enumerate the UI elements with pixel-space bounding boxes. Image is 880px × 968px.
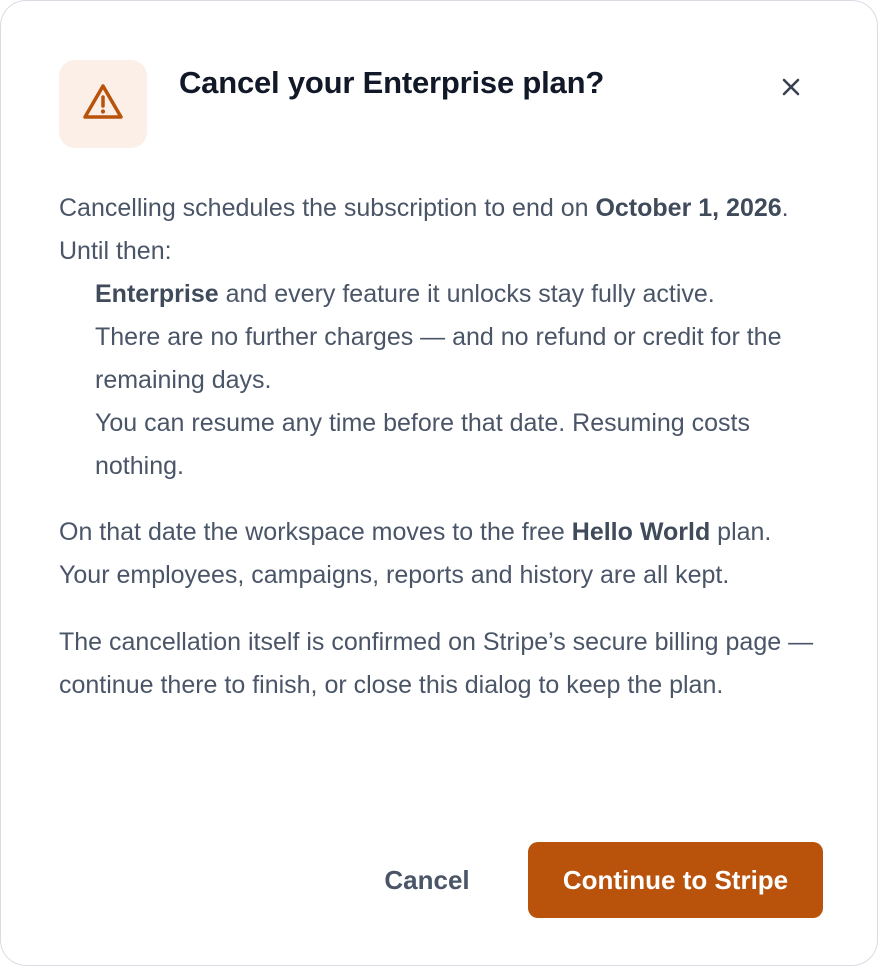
warning-triangle-icon: [82, 83, 124, 126]
cancel-plan-dialog: Cancel your Enterprise plan? Cancelling …: [0, 0, 878, 966]
plan-name: Enterprise: [95, 280, 219, 308]
close-icon: [781, 77, 801, 102]
dialog-body: Cancelling schedules the subscription to…: [59, 187, 823, 707]
intro-paragraph: Cancelling schedules the subscription to…: [59, 187, 823, 273]
continue-to-stripe-button[interactable]: Continue to Stripe: [528, 842, 823, 918]
warning-badge: [59, 60, 147, 148]
intro-text-before: Cancelling schedules the subscription to…: [59, 194, 596, 222]
dialog-title: Cancel your Enterprise plan?: [179, 65, 605, 100]
close-button[interactable]: [771, 69, 811, 109]
free-plan-name: Hello World: [571, 518, 711, 546]
end-date: October 1, 2026: [595, 194, 782, 222]
terms-list: Enterprise and every feature it unlocks …: [59, 273, 823, 488]
list-item: Enterprise and every feature it unlocks …: [95, 273, 823, 316]
list-item: You can resume any time before that date…: [95, 409, 750, 480]
list-item-text: and every feature it unlocks stay fully …: [218, 280, 715, 308]
downgrade-text-before: On that date the workspace moves to the …: [59, 518, 572, 546]
stripe-note: The cancellation itself is confirmed on …: [59, 628, 814, 699]
cancel-button[interactable]: Cancel: [357, 842, 497, 918]
list-item: There are no further charges — and no re…: [95, 323, 782, 394]
downgrade-paragraph: On that date the workspace moves to the …: [59, 511, 823, 597]
